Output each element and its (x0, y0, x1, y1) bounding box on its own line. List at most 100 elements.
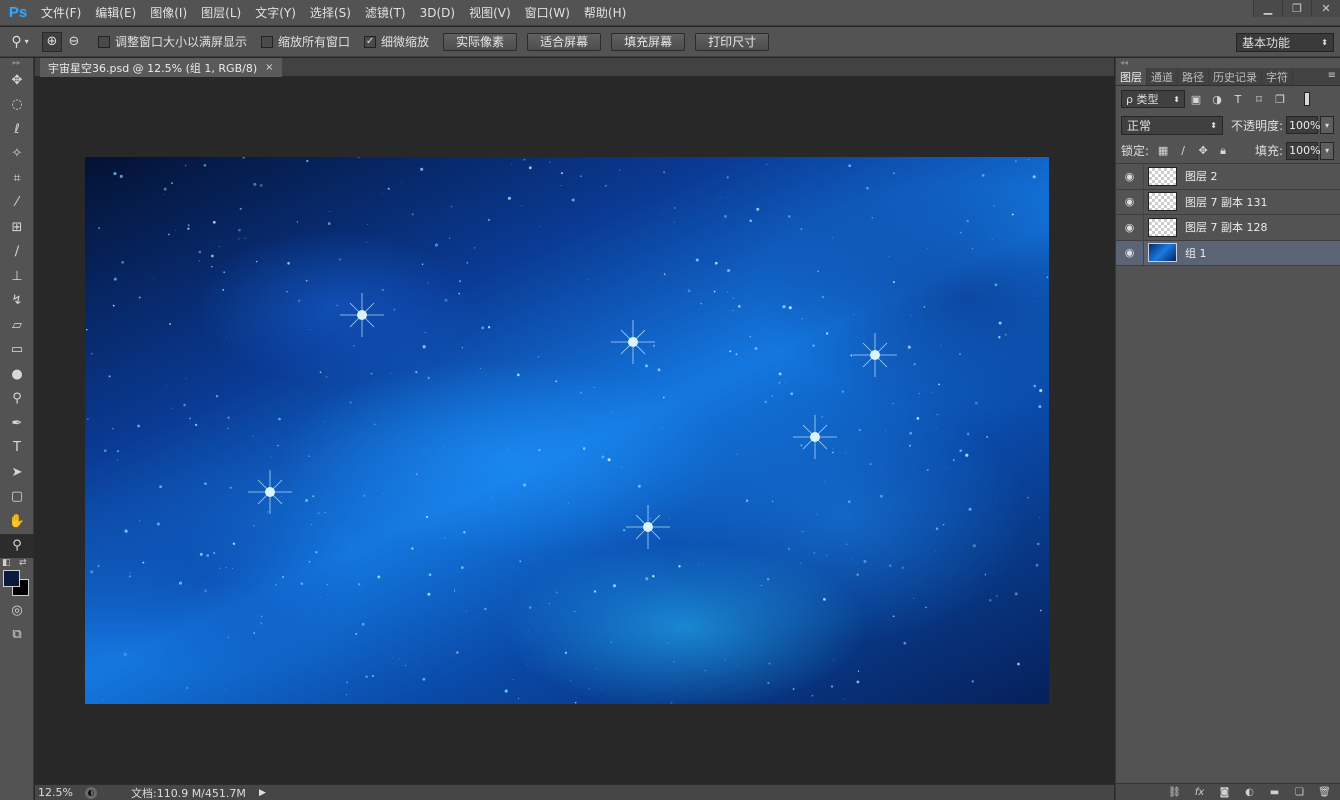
blend-mode-select[interactable]: 正常 ⬍ (1121, 115, 1223, 135)
workspace-select[interactable]: 基本功能 ⬍ (1236, 33, 1334, 52)
menu-layer[interactable]: 图层(L) (196, 0, 246, 26)
marquee-tool-icon[interactable]: ◌ (0, 93, 34, 118)
layer-row[interactable]: ◉ 图层 7 副本 131 (1116, 189, 1340, 215)
fx-icon[interactable]: fx (1187, 784, 1212, 800)
filter-toggle[interactable] (1304, 92, 1310, 106)
gradient-tool-icon[interactable]: ▭ (0, 338, 34, 363)
menu-window[interactable]: 窗口(W) (520, 0, 575, 26)
restore-icon[interactable]: ❐ (1282, 0, 1311, 17)
rectangle-tool-icon[interactable]: ▢ (0, 485, 34, 510)
hand-tool-icon[interactable]: ✋ (0, 509, 34, 534)
shape-filter-icon[interactable]: ⌑ (1249, 90, 1269, 108)
healing-brush-tool-icon[interactable]: ⊞ (0, 215, 34, 240)
menu-filter[interactable]: 滤镜(T) (360, 0, 411, 26)
lasso-tool-icon[interactable]: ℓ (0, 117, 34, 142)
adjustment-icon[interactable]: ◐ (1237, 784, 1262, 800)
zoom-tool-icon[interactable]: ⚲ (0, 533, 34, 558)
layer-row[interactable]: ◉ 图层 7 副本 128 (1116, 214, 1340, 241)
zoom-level[interactable]: 12.5% (35, 786, 81, 799)
foreground-color-swatch[interactable] (3, 570, 20, 587)
tab-history[interactable]: 历史记录 (1209, 68, 1262, 85)
zoom-tool-icon[interactable]: ⚲ ▾ (0, 27, 40, 57)
default-colors-icon[interactable]: ◧ (2, 558, 11, 568)
minimize-icon[interactable]: ▁ (1253, 0, 1282, 17)
lock-all-icon[interactable]: 🔒︎ (1213, 142, 1233, 160)
fill-screen-button[interactable]: 填充屏幕 (611, 32, 686, 51)
toolbox-grip[interactable]: ▸▸ (0, 58, 33, 68)
menu-file[interactable]: 文件(F) (36, 0, 86, 26)
checkbox-icon[interactable] (98, 35, 110, 48)
tab-character[interactable]: 字符 (1262, 68, 1293, 85)
menu-select[interactable]: 选择(S) (305, 0, 356, 26)
lock-transparency-icon[interactable]: ▦ (1153, 142, 1173, 160)
menu-edit[interactable]: 编辑(E) (90, 0, 141, 26)
eraser-tool-icon[interactable]: ▱ (0, 313, 34, 338)
layer-row[interactable]: ◉ 图层 2 (1116, 163, 1340, 190)
fill-field[interactable]: 100% (1286, 141, 1321, 160)
close-icon[interactable]: ✕ (1311, 0, 1340, 17)
type-filter-icon[interactable]: T (1228, 90, 1248, 108)
adjustment-filter-icon[interactable]: ◑ (1207, 90, 1227, 108)
tab-layers[interactable]: 图层 (1116, 68, 1147, 85)
filter-kind-select[interactable]: ρ 类型 ⬍ (1121, 90, 1185, 108)
tab-channels[interactable]: 通道 (1147, 68, 1178, 85)
status-info-icon[interactable]: ◐ (85, 786, 97, 799)
panel-menu-icon[interactable]: ≡ (1328, 70, 1336, 81)
visibility-eye-icon[interactable]: ◉ (1116, 163, 1144, 189)
opacity-field[interactable]: 100% (1286, 116, 1321, 134)
fit-screen-button[interactable]: 适合屏幕 (527, 32, 602, 51)
pixel-filter-icon[interactable]: ▣ (1186, 90, 1206, 108)
menu-image[interactable]: 图像(I) (145, 0, 192, 26)
status-menu-arrow-icon[interactable]: ▶ (259, 788, 266, 798)
trash-icon[interactable]: 🗑︎ (1312, 784, 1337, 800)
clone-stamp-tool-icon[interactable]: ⊥ (0, 264, 34, 289)
visibility-eye-icon[interactable]: ◉ (1116, 189, 1144, 215)
swap-colors-icon[interactable]: ⇄ (19, 558, 27, 568)
checkmark-icon[interactable]: ✓ (364, 35, 377, 48)
dock-grip[interactable]: ◂◂ (1116, 58, 1340, 68)
lock-pixels-icon[interactable]: ∕ (1173, 142, 1193, 160)
dodge-tool-icon[interactable]: ⚲ (0, 387, 34, 412)
layer-row-group[interactable]: ◉ 组 1 (1116, 240, 1340, 266)
visibility-eye-icon[interactable]: ◉ (1116, 240, 1144, 266)
menu-type[interactable]: 文字(Y) (250, 0, 301, 26)
close-tab-icon[interactable]: × (265, 62, 273, 73)
canvas-area[interactable] (35, 78, 1114, 784)
menu-view[interactable]: 视图(V) (464, 0, 516, 26)
pen-tool-icon[interactable]: ✒ (0, 411, 34, 436)
space-nebula-image[interactable] (85, 157, 1049, 704)
type-tool-icon[interactable]: T (0, 436, 34, 461)
visibility-eye-icon[interactable]: ◉ (1116, 214, 1144, 240)
eyedropper-tool-icon[interactable]: ⁄ (0, 191, 34, 216)
document-tab[interactable]: 宇宙星空36.psd @ 12.5% (组 1, RGB/8) × (40, 58, 282, 77)
quick-mask-icon[interactable]: ◎ (0, 598, 34, 623)
magic-wand-tool-icon[interactable]: ✧ (0, 142, 34, 167)
blur-tool-icon[interactable]: ● (0, 362, 34, 387)
fill-dropdown-icon[interactable]: ▾ (1320, 141, 1335, 160)
menu-help[interactable]: 帮助(H) (579, 0, 631, 26)
screen-mode-icon[interactable]: ⧉ (0, 623, 34, 648)
star (724, 659, 726, 661)
smart-object-filter-icon[interactable]: ❐ (1270, 90, 1290, 108)
actual-pixels-button[interactable]: 实际像素 (443, 32, 518, 51)
link-icon[interactable]: ⛓ (1162, 784, 1187, 800)
checkbox-icon[interactable] (261, 35, 274, 48)
scrubby-zoom-checkbox[interactable]: ✓ 细微缩放 (364, 33, 429, 50)
crop-tool-icon[interactable]: ⌗ (0, 166, 34, 191)
brush-tool-icon[interactable]: ∕ (0, 240, 34, 265)
mask-icon[interactable]: ◙ (1212, 784, 1237, 800)
folder-icon[interactable]: ▬ (1262, 784, 1287, 800)
zoom-all-windows-checkbox[interactable]: 缩放所有窗口 (261, 33, 350, 50)
zoom-out-icon[interactable]: ⊖ (64, 32, 84, 52)
print-size-button[interactable]: 打印尺寸 (695, 32, 770, 51)
new-layer-icon[interactable]: ❏ (1287, 784, 1312, 800)
resize-windows-checkbox[interactable]: 调整窗口大小以满屏显示 (98, 33, 247, 50)
tab-paths[interactable]: 路径 (1178, 68, 1209, 85)
menu-3d[interactable]: 3D(D) (415, 0, 460, 26)
zoom-in-icon[interactable]: ⊕ (42, 31, 62, 52)
move-tool-icon[interactable]: ✥ (0, 68, 34, 93)
path-selection-tool-icon[interactable]: ➤ (0, 460, 34, 485)
history-brush-tool-icon[interactable]: ↯ (0, 289, 34, 314)
opacity-dropdown-icon[interactable]: ▾ (1320, 116, 1335, 134)
lock-position-icon[interactable]: ✥ (1193, 142, 1213, 160)
